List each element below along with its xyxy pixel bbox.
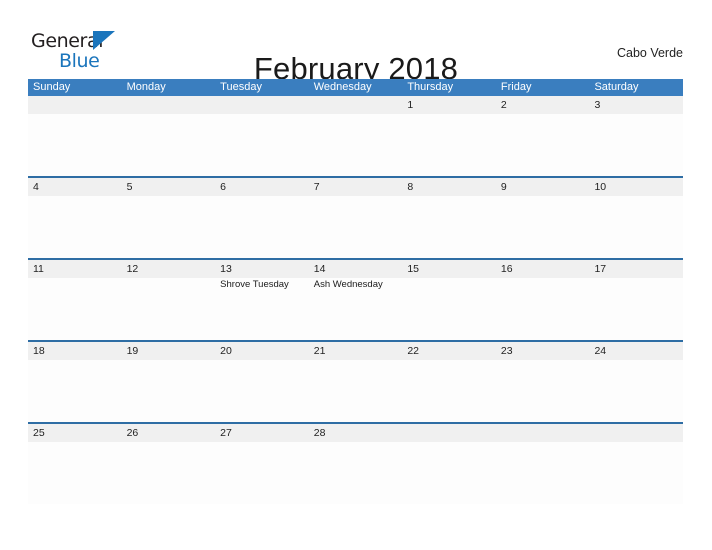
weekday-header-saturday: Saturday	[594, 81, 639, 93]
day-number: 3	[594, 99, 601, 111]
calendar-day-cell[interactable]: 14 Ash Wednesday	[309, 260, 403, 340]
day-number: 23	[500, 345, 513, 357]
holiday-label: Shrove Tuesday	[220, 279, 289, 290]
day-number: 4	[33, 181, 39, 193]
calendar-week-days: 4 5 6 7 8 9 10	[28, 178, 683, 258]
day-number: 2	[500, 99, 507, 111]
weekday-header-row: Sunday Monday Tuesday Wednesday Thursday…	[28, 79, 683, 96]
calendar-day-cell[interactable]: 6	[215, 178, 309, 258]
day-number: 5	[126, 181, 133, 193]
calendar-day-cell[interactable]: 15	[402, 260, 496, 340]
calendar-week-row: 4 5 6 7 8 9 10	[28, 176, 683, 258]
calendar-week-row: 11 12 13 Shrove Tuesday 14 Ash Wednesday 15 16 1…	[28, 258, 683, 340]
calendar-day-cell[interactable]: 21	[309, 342, 403, 422]
calendar-day-cell-empty	[122, 96, 216, 176]
day-number: 24	[594, 345, 607, 357]
day-number: 1	[407, 99, 414, 111]
calendar-day-cell[interactable]: 3	[589, 96, 683, 176]
calendar-week-days: 11 12 13 Shrove Tuesday 14 Ash Wednesday 15 16 1…	[28, 260, 683, 340]
holiday-label: Ash Wednesday	[313, 279, 383, 290]
day-number: 7	[313, 181, 320, 193]
calendar-day-cell[interactable]: 26	[122, 424, 216, 504]
weekday-header-monday: Monday	[126, 81, 166, 93]
day-number: 26	[126, 427, 139, 439]
day-number: 10	[594, 181, 607, 193]
calendar-day-cell-empty	[215, 96, 309, 176]
day-number: 17	[594, 263, 607, 275]
calendar-day-cell[interactable]: 12	[122, 260, 216, 340]
calendar-day-cell[interactable]: 24	[589, 342, 683, 422]
calendar-day-cell[interactable]: 5	[122, 178, 216, 258]
day-number: 25	[33, 427, 45, 439]
locale-label: Cabo Verde	[616, 46, 683, 60]
calendar-week-days: 25 26 27 28	[28, 424, 683, 504]
calendar-day-cell[interactable]: 19	[122, 342, 216, 422]
day-number: 20	[220, 345, 232, 357]
logo-top-row: General	[31, 31, 123, 52]
calendar-day-cell-empty	[589, 424, 683, 504]
day-events: Shrove Tuesday	[220, 279, 305, 291]
calendar-day-cell-empty	[309, 96, 403, 176]
calendar-week-row: 1 2 3	[28, 96, 683, 176]
calendar-day-cell-empty	[496, 424, 590, 504]
triangle-flag-icon	[93, 31, 115, 50]
calendar-day-cell[interactable]: 2	[496, 96, 590, 176]
calendar-day-cell[interactable]: 7	[309, 178, 403, 258]
page-header: General Blue February 2018 Cabo Verde	[0, 0, 712, 86]
day-number: 15	[407, 263, 419, 275]
weekday-header-friday: Friday	[500, 81, 532, 93]
calendar-day-cell[interactable]: 4	[28, 178, 122, 258]
calendar-day-cell[interactable]: 10	[589, 178, 683, 258]
day-events: Ash Wednesday	[314, 279, 399, 291]
calendar-week-row: 18 19 20 21 22 23 24	[28, 340, 683, 422]
day-number: 19	[126, 345, 139, 357]
day-number: 22	[407, 345, 419, 357]
calendar-day-cell[interactable]: 17	[589, 260, 683, 340]
calendar-week-row: 25 26 27 28	[28, 422, 683, 504]
day-number: 14	[313, 263, 326, 275]
day-number: 11	[33, 263, 44, 275]
weekday-header-tuesday: Tuesday	[220, 81, 262, 93]
day-number: 28	[313, 427, 326, 439]
calendar-day-cell[interactable]: 23	[496, 342, 590, 422]
calendar-day-cell[interactable]: 1	[402, 96, 496, 176]
day-number: 21	[313, 345, 326, 357]
day-number: 9	[500, 181, 507, 193]
day-number: 16	[500, 263, 513, 275]
calendar-day-cell[interactable]: 20	[215, 342, 309, 422]
day-number: 27	[220, 427, 232, 439]
calendar-day-cell-empty	[28, 96, 122, 176]
day-number: 13	[220, 263, 232, 275]
calendar-day-cell[interactable]: 18	[28, 342, 122, 422]
day-number: 12	[126, 263, 139, 275]
calendar-day-cell-empty	[402, 424, 496, 504]
calendar-day-cell[interactable]: 16	[496, 260, 590, 340]
weekday-header-thursday: Thursday	[407, 81, 454, 93]
calendar-day-cell[interactable]: 25	[28, 424, 122, 504]
day-number: 18	[33, 345, 45, 357]
weekday-header-sunday: Sunday	[33, 81, 71, 93]
weekday-header-wednesday: Wednesday	[313, 81, 372, 93]
calendar-weeks: 1 2 3 4 5 6 7 8 9 10 11 12 13 Shrove Tuesday 14 Ash Wed…	[28, 96, 683, 504]
calendar-day-cell[interactable]: 11	[28, 260, 122, 340]
calendar-day-cell[interactable]: 28	[309, 424, 403, 504]
calendar-day-cell[interactable]: 22	[402, 342, 496, 422]
calendar-week-days: 1 2 3	[28, 96, 683, 176]
calendar-day-cell[interactable]: 27	[215, 424, 309, 504]
calendar-day-cell[interactable]: 13 Shrove Tuesday	[215, 260, 309, 340]
calendar-day-cell[interactable]: 8	[402, 178, 496, 258]
day-number: 6	[220, 181, 226, 193]
calendar-week-days: 18 19 20 21 22 23 24	[28, 342, 683, 422]
day-number: 8	[407, 181, 414, 193]
calendar-grid: Sunday Monday Tuesday Wednesday Thursday…	[28, 79, 683, 504]
calendar-day-cell[interactable]: 9	[496, 178, 590, 258]
